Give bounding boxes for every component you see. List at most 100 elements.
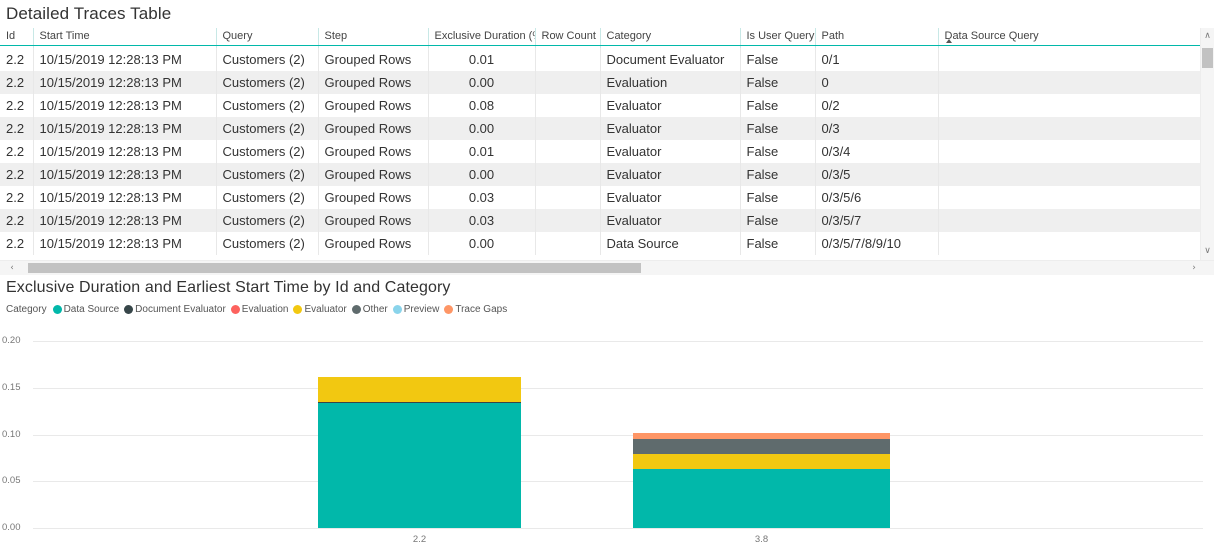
cell-row_count[interactable] <box>535 209 600 232</box>
cell-is_user_query[interactable]: False <box>740 71 815 94</box>
legend-item-trace-gaps[interactable]: Trace Gaps <box>444 304 507 315</box>
bar-segment-data-source[interactable] <box>318 403 521 528</box>
cell-step[interactable]: Grouped Rows <box>318 163 428 186</box>
cell-data_source_query[interactable] <box>938 117 1201 140</box>
table-row[interactable]: 2.210/15/2019 12:28:13 PMCustomers (2)Gr… <box>0 232 1201 255</box>
table-row[interactable]: 2.210/15/2019 12:28:13 PMCustomers (2)Gr… <box>0 117 1201 140</box>
cell-category[interactable]: Evaluator <box>600 209 740 232</box>
legend-item-document-evaluator[interactable]: Document Evaluator <box>124 304 226 315</box>
cell-exclusive_duration[interactable]: 0.00 <box>428 163 535 186</box>
cell-row_count[interactable] <box>535 186 600 209</box>
cell-query[interactable]: Customers (2) <box>216 186 318 209</box>
cell-start_time[interactable]: 10/15/2019 12:28:13 PM <box>33 117 216 140</box>
cell-data_source_query[interactable] <box>938 94 1201 117</box>
cell-step[interactable]: Grouped Rows <box>318 48 428 71</box>
cell-path[interactable]: 0 <box>815 71 938 94</box>
cell-data_source_query[interactable] <box>938 71 1201 94</box>
vertical-scrollbar-thumb[interactable] <box>1202 48 1213 68</box>
cell-query[interactable]: Customers (2) <box>216 232 318 255</box>
table-vertical-scrollbar[interactable]: ∧ ∨ <box>1200 28 1214 260</box>
cell-exclusive_duration[interactable]: 0.01 <box>428 140 535 163</box>
cell-id[interactable]: 2.2 <box>0 163 33 186</box>
cell-path[interactable]: 0/3/5/7 <box>815 209 938 232</box>
table-horizontal-scrollbar[interactable]: ‹ › <box>0 260 1214 275</box>
cell-row_count[interactable] <box>535 117 600 140</box>
cell-exclusive_duration[interactable]: 0.03 <box>428 186 535 209</box>
cell-query[interactable]: Customers (2) <box>216 117 318 140</box>
table-row[interactable]: 2.210/15/2019 12:28:13 PMCustomers (2)Gr… <box>0 186 1201 209</box>
cell-path[interactable]: 0/3/5 <box>815 163 938 186</box>
cell-category[interactable]: Document Evaluator <box>600 48 740 71</box>
cell-step[interactable]: Grouped Rows <box>318 186 428 209</box>
cell-id[interactable]: 2.2 <box>0 209 33 232</box>
cell-row_count[interactable] <box>535 94 600 117</box>
legend-item-evaluator[interactable]: Evaluator <box>293 304 346 315</box>
cell-step[interactable]: Grouped Rows <box>318 117 428 140</box>
legend-item-evaluation[interactable]: Evaluation <box>231 304 289 315</box>
cell-path[interactable]: 0/3 <box>815 117 938 140</box>
cell-exclusive_duration[interactable]: 0.08 <box>428 94 535 117</box>
cell-category[interactable]: Evaluator <box>600 163 740 186</box>
cell-path[interactable]: 0/3/4 <box>815 140 938 163</box>
cell-step[interactable]: Grouped Rows <box>318 140 428 163</box>
cell-row_count[interactable] <box>535 71 600 94</box>
cell-start_time[interactable]: 10/15/2019 12:28:13 PM <box>33 140 216 163</box>
scroll-left-icon[interactable]: ‹ <box>4 261 20 275</box>
cell-id[interactable]: 2.2 <box>0 232 33 255</box>
bar-segment-data-source[interactable] <box>633 469 890 528</box>
cell-query[interactable]: Customers (2) <box>216 209 318 232</box>
cell-query[interactable]: Customers (2) <box>216 163 318 186</box>
scroll-up-icon[interactable]: ∧ <box>1201 28 1214 45</box>
cell-id[interactable]: 2.2 <box>0 186 33 209</box>
cell-data_source_query[interactable] <box>938 186 1201 209</box>
cell-is_user_query[interactable]: False <box>740 140 815 163</box>
cell-exclusive_duration[interactable]: 0.00 <box>428 232 535 255</box>
table-row[interactable]: 2.210/15/2019 12:28:13 PMCustomers (2)Gr… <box>0 209 1201 232</box>
table-row[interactable]: 2.210/15/2019 12:28:13 PMCustomers (2)Gr… <box>0 48 1201 71</box>
cell-start_time[interactable]: 10/15/2019 12:28:13 PM <box>33 94 216 117</box>
bar-segment-evaluator[interactable] <box>633 454 890 469</box>
cell-category[interactable]: Evaluator <box>600 140 740 163</box>
cell-category[interactable]: Evaluator <box>600 117 740 140</box>
cell-exclusive_duration[interactable]: 0.01 <box>428 48 535 71</box>
legend-item-data-source[interactable]: Data Source <box>53 304 120 315</box>
cell-data_source_query[interactable] <box>938 48 1201 71</box>
cell-row_count[interactable] <box>535 163 600 186</box>
cell-is_user_query[interactable]: False <box>740 163 815 186</box>
scroll-right-icon[interactable]: › <box>1186 261 1202 275</box>
cell-id[interactable]: 2.2 <box>0 48 33 71</box>
cell-exclusive_duration[interactable]: 0.03 <box>428 209 535 232</box>
bar-segment-evaluator[interactable] <box>318 377 521 401</box>
cell-data_source_query[interactable] <box>938 163 1201 186</box>
cell-id[interactable]: 2.2 <box>0 71 33 94</box>
table-row[interactable]: 2.210/15/2019 12:28:13 PMCustomers (2)Gr… <box>0 140 1201 163</box>
cell-id[interactable]: 2.2 <box>0 94 33 117</box>
cell-category[interactable]: Evaluator <box>600 186 740 209</box>
cell-query[interactable]: Customers (2) <box>216 140 318 163</box>
cell-id[interactable]: 2.2 <box>0 117 33 140</box>
cell-category[interactable]: Data Source <box>600 232 740 255</box>
cell-data_source_query[interactable] <box>938 232 1201 255</box>
cell-start_time[interactable]: 10/15/2019 12:28:13 PM <box>33 163 216 186</box>
cell-path[interactable]: 0/3/5/6 <box>815 186 938 209</box>
cell-query[interactable]: Customers (2) <box>216 94 318 117</box>
cell-step[interactable]: Grouped Rows <box>318 71 428 94</box>
cell-id[interactable]: 2.2 <box>0 140 33 163</box>
cell-is_user_query[interactable]: False <box>740 48 815 71</box>
cell-data_source_query[interactable] <box>938 209 1201 232</box>
cell-path[interactable]: 0/3/5/7/8/9/10 <box>815 232 938 255</box>
cell-is_user_query[interactable]: False <box>740 186 815 209</box>
cell-start_time[interactable]: 10/15/2019 12:28:13 PM <box>33 186 216 209</box>
cell-exclusive_duration[interactable]: 0.00 <box>428 71 535 94</box>
bar-column[interactable] <box>633 433 890 528</box>
cell-start_time[interactable]: 10/15/2019 12:28:13 PM <box>33 209 216 232</box>
cell-query[interactable]: Customers (2) <box>216 71 318 94</box>
cell-is_user_query[interactable]: False <box>740 232 815 255</box>
cell-path[interactable]: 0/2 <box>815 94 938 117</box>
cell-step[interactable]: Grouped Rows <box>318 94 428 117</box>
cell-path[interactable]: 0/1 <box>815 48 938 71</box>
table-row[interactable]: 2.210/15/2019 12:28:13 PMCustomers (2)Gr… <box>0 163 1201 186</box>
cell-row_count[interactable] <box>535 232 600 255</box>
bar-column[interactable] <box>318 377 521 528</box>
cell-category[interactable]: Evaluation <box>600 71 740 94</box>
